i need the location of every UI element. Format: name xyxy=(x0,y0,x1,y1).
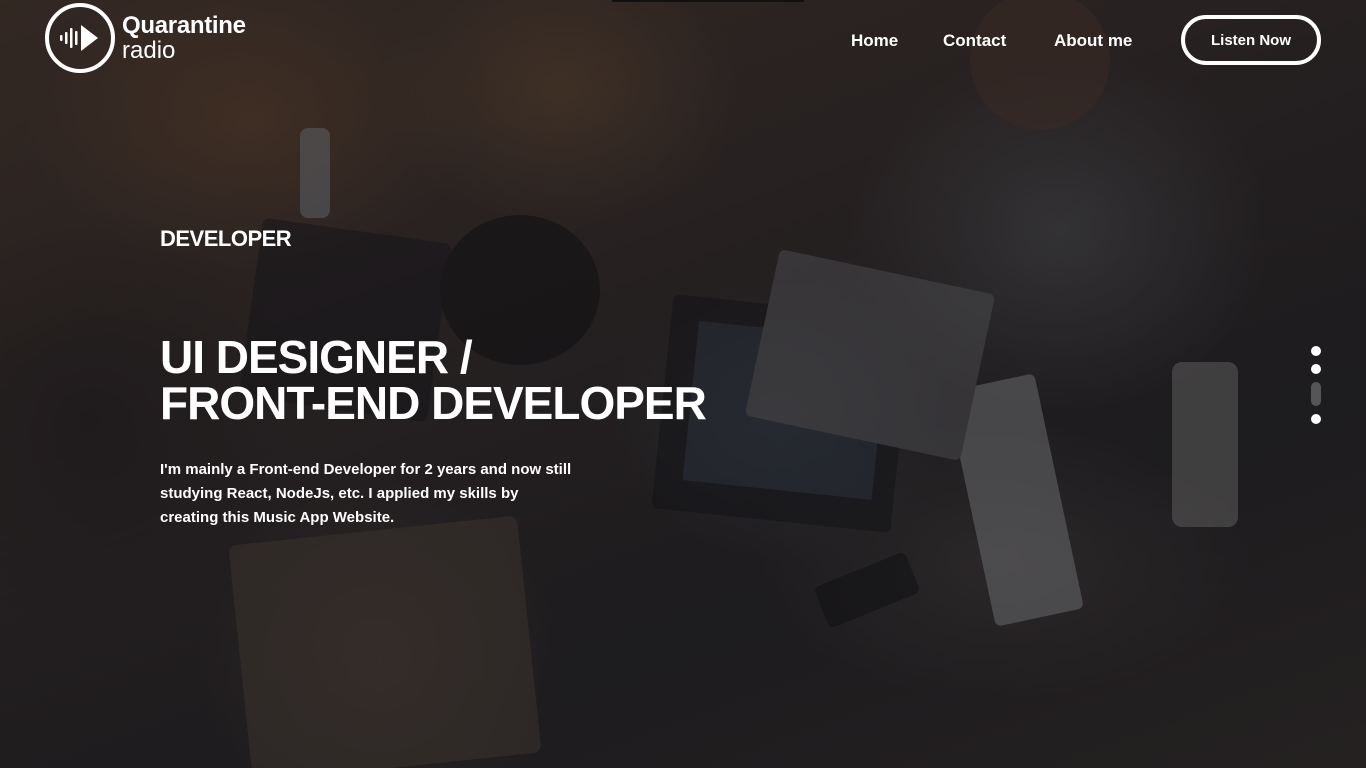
hero-eyebrow: DEVELOPER xyxy=(160,226,292,251)
hero-description: I'm mainly a Front-end Developer for 2 y… xyxy=(160,461,572,526)
brand-logo[interactable]: Quarantine radio xyxy=(45,3,246,73)
hero-headline-line2: FRONT-END DEVELOPER xyxy=(160,377,707,429)
nav-contact-link[interactable]: Contact xyxy=(943,31,1006,51)
nav-home-link[interactable]: Home xyxy=(851,31,898,51)
hero-headline-line1: UI DESIGNER / xyxy=(160,331,473,383)
slider-dot[interactable] xyxy=(1311,414,1321,424)
brand-name-line1: Quarantine xyxy=(122,11,246,39)
slider-pagination xyxy=(1311,346,1321,432)
slider-dot[interactable] xyxy=(1311,382,1321,406)
slider-dot[interactable] xyxy=(1311,364,1321,374)
sound-wave-play-icon xyxy=(45,3,115,73)
slider-dot[interactable] xyxy=(1311,346,1321,356)
brand-name: Quarantine radio xyxy=(122,11,246,64)
listen-now-button[interactable]: Listen Now xyxy=(1181,15,1321,65)
nav-about-link[interactable]: About me xyxy=(1054,31,1132,51)
brand-name-line2: radio xyxy=(122,36,176,64)
top-divider xyxy=(612,0,804,2)
hero-headline: UI DESIGNER / FRONT-END DEVELOPER xyxy=(160,331,707,429)
